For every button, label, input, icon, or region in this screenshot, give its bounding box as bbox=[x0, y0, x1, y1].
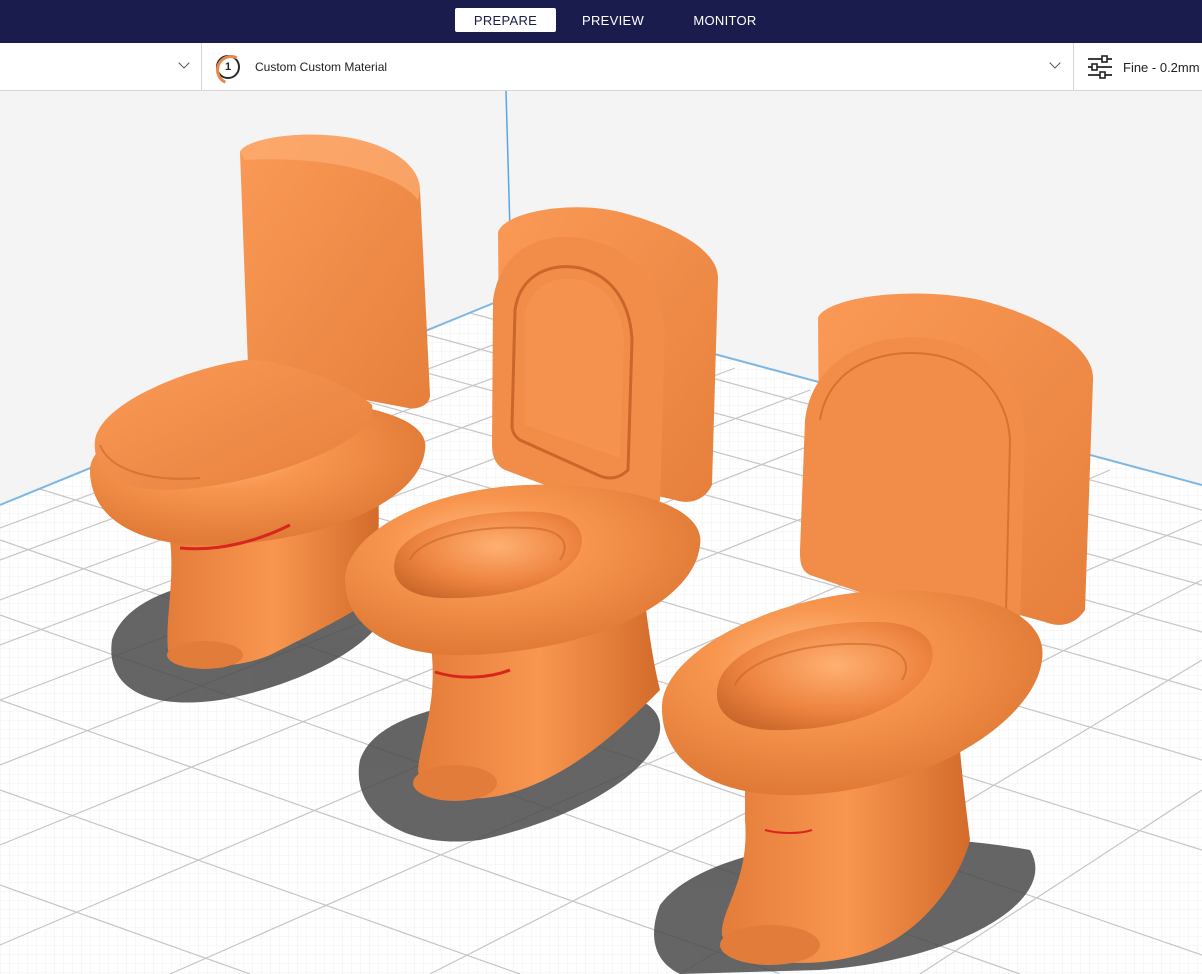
tab-preview[interactable]: PREVIEW bbox=[572, 8, 654, 32]
sliders-icon bbox=[1088, 55, 1112, 79]
3d-viewport[interactable] bbox=[0, 91, 1202, 974]
printer-selector[interactable] bbox=[0, 43, 201, 91]
extruder-number: 1 bbox=[224, 61, 232, 73]
tab-prepare[interactable]: PREPARE bbox=[455, 8, 556, 32]
chevron-down-icon bbox=[178, 57, 190, 69]
stage-bar: PREPARE PREVIEW MONITOR bbox=[0, 0, 1202, 43]
chevron-down-icon bbox=[1049, 57, 1061, 69]
material-selector[interactable]: 1 Custom Custom Material bbox=[202, 43, 1073, 91]
job-toolbar: 1 Custom Custom Material Fine - 0.2mm bbox=[0, 43, 1202, 91]
extruder-icon: 1 bbox=[216, 55, 240, 79]
material-name: Custom Custom Material bbox=[255, 60, 388, 74]
build-plate-scene[interactable] bbox=[0, 91, 1202, 974]
print-settings-button[interactable]: Fine - 0.2mm bbox=[1074, 43, 1202, 91]
tab-monitor[interactable]: MONITOR bbox=[683, 8, 767, 32]
print-profile-label: Fine - 0.2mm bbox=[1123, 59, 1200, 75]
